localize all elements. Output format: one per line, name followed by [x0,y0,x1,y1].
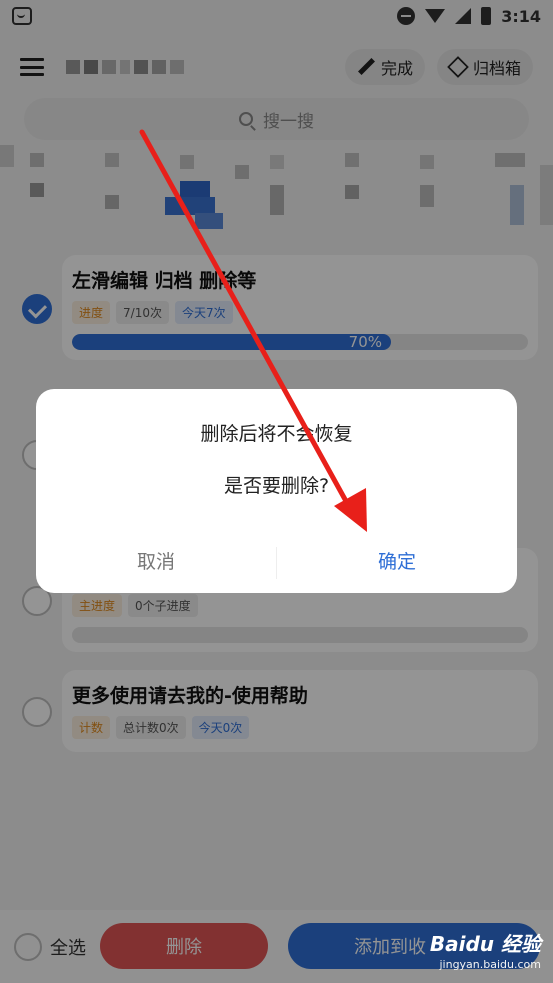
delete-confirm-dialog: 删除后将不会恢复 是否要删除? 取消 确定 [36,389,517,593]
baidu-jingyan-watermark: Baidu 经验 jingyan.baidu.com [430,928,541,971]
dialog-message-line2: 是否要删除? [223,475,330,497]
dialog-message-line1: 删除后将不会恢复 [200,423,353,445]
cancel-button[interactable]: 取消 [36,537,276,587]
watermark-url: jingyan.baidu.com [439,958,541,971]
confirm-button[interactable]: 确定 [277,537,517,587]
watermark-brand: Baidu 经验 [429,932,541,956]
